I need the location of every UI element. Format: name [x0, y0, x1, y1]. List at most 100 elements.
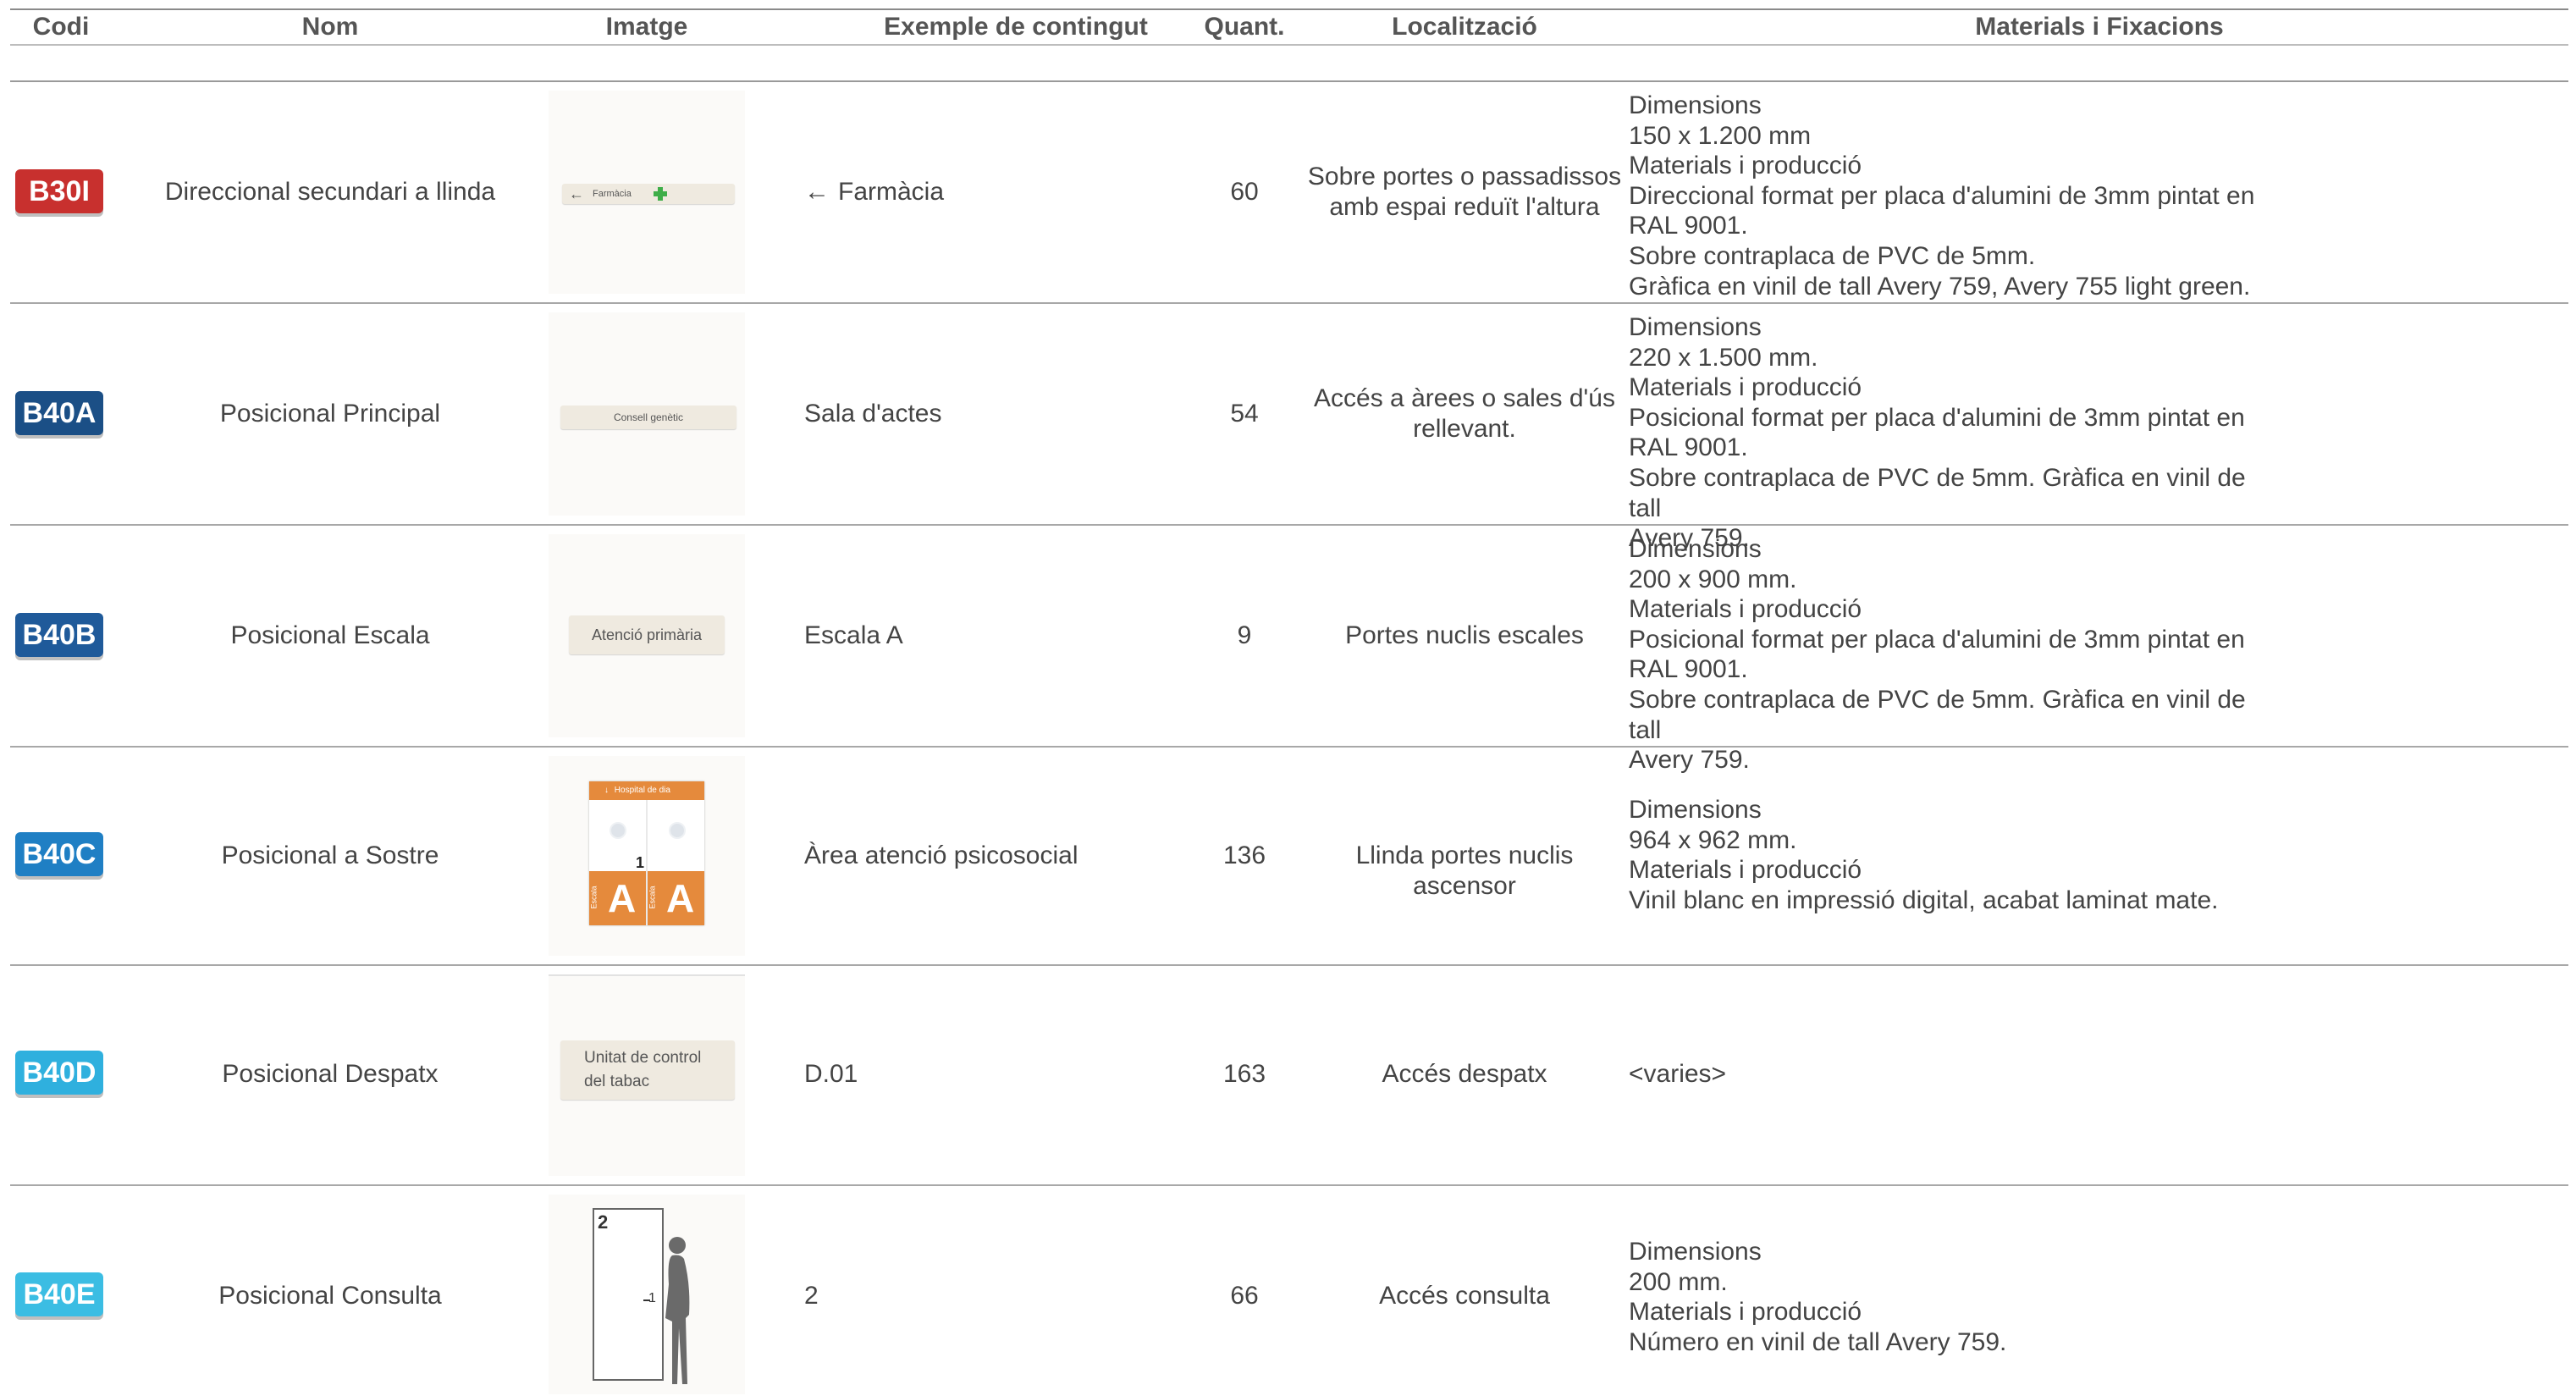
light-icon [669, 822, 686, 839]
code-badge: B40C [15, 832, 103, 876]
materials-line: Posicional format per placa d'alumini de… [1629, 403, 2245, 432]
header-quant: Quant. [1204, 13, 1285, 41]
materials-line: 150 x 1.200 mm [1629, 121, 1812, 150]
escala-panel-left: Escala A [589, 871, 646, 925]
sign-plate: Atenció primària [569, 615, 725, 654]
arrow-left-icon: ← [804, 178, 830, 206]
row-example: Escala A [804, 621, 903, 649]
header-imatge: Imatge [605, 13, 688, 41]
materials-line: 964 x 962 mm. [1629, 825, 1797, 854]
materials-line: 200 x 900 mm. [1629, 565, 1797, 593]
code-badge: B40D [15, 1051, 103, 1095]
materials-line: 200 mm. [1629, 1267, 1728, 1296]
materials-line: Posicional format per placa d'alumini de… [1629, 625, 2245, 654]
materials-line: Direccional format per placa d'alumini d… [1629, 181, 2255, 210]
row-location: Accés despatx [1382, 1060, 1547, 1088]
code-badge: B40B [15, 613, 103, 657]
floor-number: 1 [636, 854, 645, 871]
row-quantity: 54 [1230, 400, 1259, 428]
materials-line: Sobre contraplaca de PVC de 5mm. [1629, 241, 2036, 270]
materials-line: Materials i producció [1629, 595, 1862, 624]
example-text: Farmàcia [838, 178, 945, 206]
materials-line: Dimensions [1629, 796, 1762, 824]
sign-plate: Unitat de control del tabac [560, 1040, 735, 1100]
pharmacy-cross-icon [654, 187, 667, 201]
row-name: Posicional a Sostre [221, 841, 439, 869]
row-name: Posicional Consulta [218, 1282, 442, 1310]
code-badge: B40A [15, 391, 103, 435]
row-location: Llinda portes nuclis ascensor [1355, 841, 1574, 900]
row-materials: Dimensions 200 mm. Materials i producció… [1629, 1237, 2272, 1357]
row-location: Accés a àrees o sales d'ús rellevant. [1314, 384, 1615, 443]
row-location: Accés consulta [1379, 1282, 1550, 1310]
row-example: ← Farmàcia [804, 177, 1211, 207]
header-exemple: Exemple de contingut [884, 13, 1148, 41]
escala-small-label: Escala [648, 886, 657, 909]
materials-line: Materials i producció [1629, 373, 1862, 402]
materials-line: Número en vinil de tall Avery 759. [1629, 1327, 2007, 1356]
light-icon [610, 822, 626, 839]
materials-line: Sobre contraplaca de PVC de 5mm. Gràfica… [1629, 463, 2246, 522]
sign-plate: ← Farmàcia [562, 184, 735, 204]
escala-letter: A [666, 876, 695, 920]
sign-image: ← Farmàcia [549, 91, 745, 294]
sign-plate: Consell genètic [560, 406, 736, 429]
materials-line: Materials i producció [1629, 856, 1862, 885]
header-localitzacio: Localització [1392, 13, 1537, 41]
arrow-left-icon: ← [569, 185, 584, 202]
header-nom: Nom [301, 13, 359, 41]
row-quantity: 163 [1222, 1060, 1266, 1088]
sign-image: ↓ Hospital de dia 1 Escala A Escala A [549, 756, 745, 956]
code-badge: B30I [15, 169, 103, 213]
plate-label: Farmàcia [593, 189, 632, 199]
materials-line: Gràfica en vinil de tall Avery 759, Aver… [1629, 272, 2251, 301]
ceiling-sign-panel: ↓ Hospital de dia 1 Escala A Escala A [589, 781, 704, 925]
row-name: Direccional secundari a llinda [164, 178, 496, 206]
row-location: Sobre portes o passadissos amb espai red… [1307, 163, 1622, 221]
header-codi: Codi [32, 13, 90, 41]
materials-line: Dimensions [1629, 313, 1762, 341]
row-example: Sala d'actes [804, 400, 942, 428]
table-header: Codi Nom Imatge Exemple de contingut Qua… [0, 0, 2576, 51]
materials-line: 220 x 1.500 mm. [1629, 343, 1818, 372]
arrow-down-icon: ↓ [604, 786, 609, 795]
header-materials: Materials i Fixacions [1975, 13, 2224, 41]
band-label: Hospital de dia [614, 786, 670, 795]
materials-line: Sobre contraplaca de PVC de 5mm. Gràfica… [1629, 685, 2246, 744]
materials-line: RAL 9001. [1629, 212, 1748, 240]
code-badge: B40E [15, 1272, 103, 1316]
materials-line: Dimensions [1629, 91, 1762, 119]
escala-small-label: Escala [589, 886, 598, 909]
materials-line: RAL 9001. [1629, 655, 1748, 684]
signage-table: Codi Nom Imatge Exemple de contingut Qua… [0, 0, 2576, 1396]
row-name: Posicional Despatx [222, 1060, 439, 1088]
escala-panel-right: Escala A [648, 871, 704, 925]
header-bottom-rule [10, 44, 2568, 46]
row-materials: Dimensions 964 x 962 mm. Materials i pro… [1629, 795, 2272, 915]
door-outline: 2 1 [593, 1208, 664, 1381]
materials-line: Dimensions [1629, 535, 1762, 563]
materials-line: Vinil blanc en impressió digital, acabat… [1629, 886, 2219, 914]
table-row: B30I Direccional secundari a llinda ← Fa… [0, 82, 2576, 302]
plate-label-line: Unitat de control [584, 1049, 702, 1067]
person-silhouette-icon [665, 1237, 690, 1384]
plate-label-line: del tabac [584, 1073, 650, 1090]
row-location: Portes nuclis escales [1345, 621, 1584, 649]
sign-image: Unitat de control del tabac [549, 974, 745, 1176]
materials-line: Materials i producció [1629, 152, 1862, 180]
row-materials: Dimensions 220 x 1.500 mm. Materials i p… [1629, 312, 2272, 554]
table-row: B40E Posicional Consulta 2 1 2 66 Accés … [0, 1186, 2576, 1396]
row-name: Posicional Principal [219, 400, 441, 428]
materials-line: RAL 9001. [1629, 433, 1748, 462]
materials-line: <varies> [1629, 1060, 1727, 1088]
row-example: D.01 [804, 1060, 858, 1088]
table-row: B40C Posicional a Sostre ↓ Hospital de d… [0, 748, 2576, 964]
escala-letter: A [608, 876, 637, 920]
plate-label: Consell genètic [613, 411, 684, 423]
row-name: Posicional Escala [230, 621, 430, 649]
table-row: B40D Posicional Despatx Unitat de contro… [0, 966, 2576, 1184]
sign-image: Atenció primària [549, 534, 745, 737]
row-example: 2 [804, 1282, 819, 1310]
tick-mark [643, 1299, 650, 1301]
row-quantity: 66 [1230, 1282, 1259, 1310]
